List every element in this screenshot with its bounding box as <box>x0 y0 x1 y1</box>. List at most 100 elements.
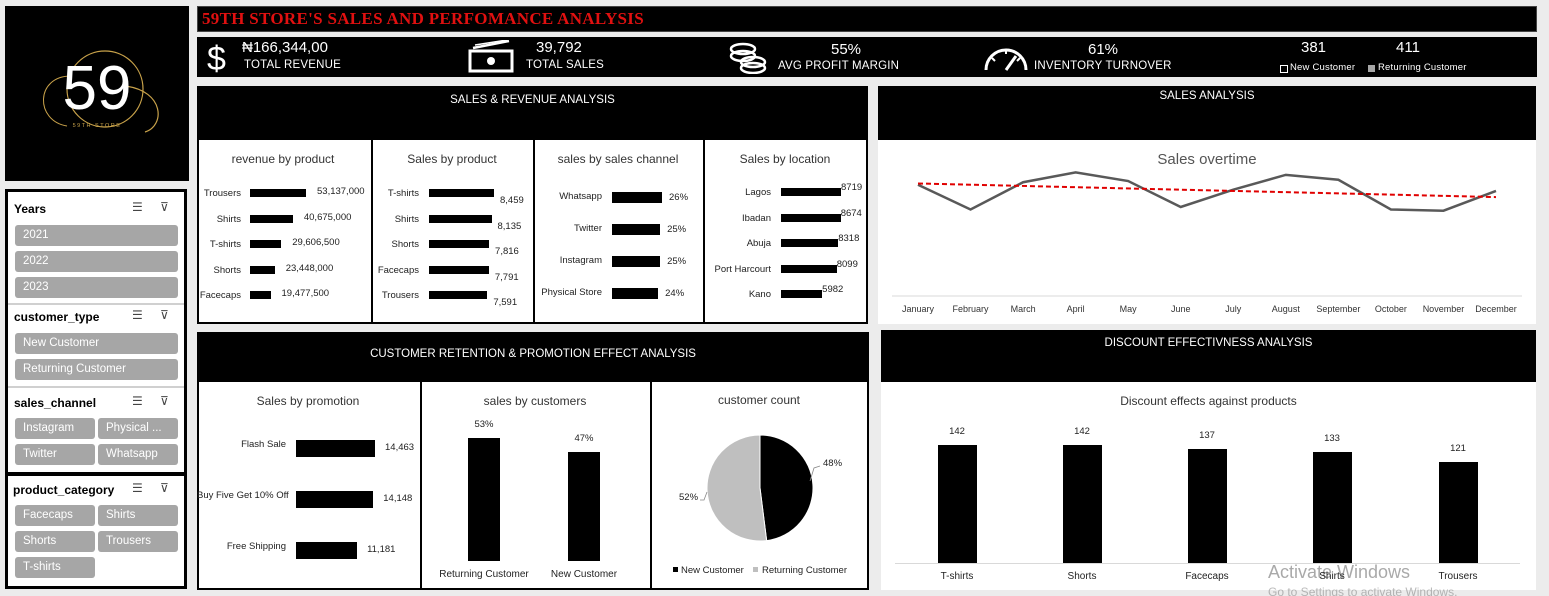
category-label: Whatsapp <box>559 191 602 202</box>
leader-line <box>700 491 708 501</box>
sales-by-promotion-title: Sales by promotion <box>256 394 360 408</box>
product-category-item-shirts[interactable]: Shirts <box>98 505 178 526</box>
slicer-divider <box>8 386 184 388</box>
month-tick-label: March <box>1011 304 1036 314</box>
data-label: 47% <box>574 432 594 444</box>
product-category-item-tshirts[interactable]: T-shirts <box>15 557 95 578</box>
sales-channel-item-instagram[interactable]: Instagram <box>15 418 95 439</box>
multi-select-icon[interactable]: ☰ <box>132 308 143 322</box>
data-label: 14,463 <box>385 442 415 453</box>
activate-windows-subtext: Go to Settings to activate Windows. <box>1268 585 1458 596</box>
category-label: Kano <box>748 289 771 300</box>
data-label: 52% <box>679 492 699 503</box>
bar <box>568 451 600 561</box>
category-label: T-shirts <box>940 571 974 582</box>
customer-type-item-returning[interactable]: Returning Customer <box>15 359 178 380</box>
sales-by-location-title: Sales by location <box>739 152 831 166</box>
category-label: Trousers <box>203 188 241 199</box>
sales-by-channel-title: sales by sales channel <box>557 152 679 166</box>
product-category-item-trousers[interactable]: Trousers <box>98 531 178 552</box>
bar <box>296 440 375 457</box>
years-item-2021[interactable]: 2021 <box>15 225 178 246</box>
legend-label: Returning Customer <box>762 565 847 576</box>
returning-customer-label: Returning Customer <box>1378 62 1467 73</box>
total-revenue-label: TOTAL REVENUE <box>244 59 341 71</box>
customer-type-item-new[interactable]: New Customer <box>15 333 178 354</box>
data-label: 23,448,000 <box>285 262 334 274</box>
dashboard-title: 59TH STORE'S SALES AND PERFOMANCE ANALYS… <box>202 9 644 28</box>
clear-filter-icon[interactable]: ⊽ <box>160 200 169 214</box>
bar <box>429 291 488 299</box>
category-label: Twitter <box>574 223 602 234</box>
data-label: 53% <box>474 419 494 430</box>
bar <box>250 214 293 223</box>
clear-filter-icon[interactable]: ⊽ <box>160 481 169 495</box>
data-label: 48% <box>823 458 843 469</box>
sales-channel-item-twitter[interactable]: Twitter <box>15 444 95 465</box>
bar <box>296 542 358 559</box>
month-tick-label: July <box>1225 304 1242 314</box>
bar <box>781 188 841 196</box>
legend-marker <box>673 567 678 572</box>
returning-customer-legend-marker <box>1368 65 1375 72</box>
data-label: 7,791 <box>494 271 519 283</box>
category-label: Physical Store <box>541 287 602 298</box>
years-slicer-title: Years <box>14 202 47 216</box>
data-label: 8099 <box>836 258 858 270</box>
category-label: Shirts <box>1319 571 1345 582</box>
sales-channel-item-whatsapp[interactable]: Whatsapp <box>98 444 178 465</box>
avg-profit-margin-value: 55% <box>831 41 862 58</box>
category-label: Instagram <box>559 255 602 266</box>
category-label: Shirts <box>216 213 241 225</box>
month-tick-label: October <box>1375 304 1407 314</box>
data-label: 25% <box>667 256 687 267</box>
bar <box>612 288 659 299</box>
revenue-by-product-title: revenue by product <box>231 152 335 166</box>
years-item-2022[interactable]: 2022 <box>15 251 178 272</box>
category-label: Shirts <box>394 213 419 225</box>
svg-text:$: $ <box>207 40 226 75</box>
category-label: Ibadan <box>741 212 771 224</box>
sales-line-series <box>917 171 1497 212</box>
slicer-panel: Years ☰ ⊽ 2021 2022 2023 customer_type ☰… <box>5 189 187 589</box>
bar <box>1312 452 1352 563</box>
sales-channel-slicer-title: sales_channel <box>14 396 97 410</box>
sales-revenue-header: SALES & REVENUE ANALYSIS <box>197 86 868 140</box>
data-label: 24% <box>665 288 685 299</box>
customer-type-slicer-title: customer_type <box>14 310 100 324</box>
years-item-2023[interactable]: 2023 <box>15 277 178 298</box>
total-sales-label: TOTAL SALES <box>526 59 605 71</box>
category-label: Shorts <box>213 264 241 276</box>
category-label: T-shirts <box>387 188 419 199</box>
total-sales-value: 39,792 <box>536 39 582 56</box>
legend-marker <box>753 567 758 572</box>
new-customer-value: 381 <box>1301 39 1327 56</box>
product-category-item-facecaps[interactable]: Facecaps <box>15 505 95 526</box>
data-label: 133 <box>1324 433 1340 445</box>
month-tick-label: February <box>953 304 990 314</box>
product-category-item-shorts[interactable]: Shorts <box>15 531 95 552</box>
clear-filter-icon[interactable]: ⊽ <box>160 308 169 322</box>
bar <box>937 445 977 563</box>
data-label: 25% <box>667 224 687 235</box>
month-tick-label: January <box>902 304 935 314</box>
bar <box>250 240 282 248</box>
sales-channel-item-physical[interactable]: Physical ... <box>98 418 178 439</box>
bar <box>429 214 492 223</box>
gauge-icon <box>984 48 1028 71</box>
multi-select-icon[interactable]: ☰ <box>132 394 143 408</box>
multi-select-icon[interactable]: ☰ <box>132 200 143 214</box>
returning-customer-value: 411 <box>1396 39 1420 56</box>
category-label: Shorts <box>1067 571 1097 582</box>
discount-effects-title: Discount effects against products <box>1120 394 1297 408</box>
category-label: Free Shipping <box>226 541 286 552</box>
logo-graphic: 59 59TH STORE <box>43 50 159 133</box>
data-label: 7,816 <box>495 246 519 257</box>
category-label: Trousers <box>1438 571 1478 582</box>
new-customer-legend-marker <box>1280 65 1288 73</box>
bar <box>781 290 823 298</box>
data-label: 8674 <box>840 207 862 219</box>
multi-select-icon[interactable]: ☰ <box>132 481 143 495</box>
clear-filter-icon[interactable]: ⊽ <box>160 394 169 408</box>
data-label: 137 <box>1199 430 1215 442</box>
